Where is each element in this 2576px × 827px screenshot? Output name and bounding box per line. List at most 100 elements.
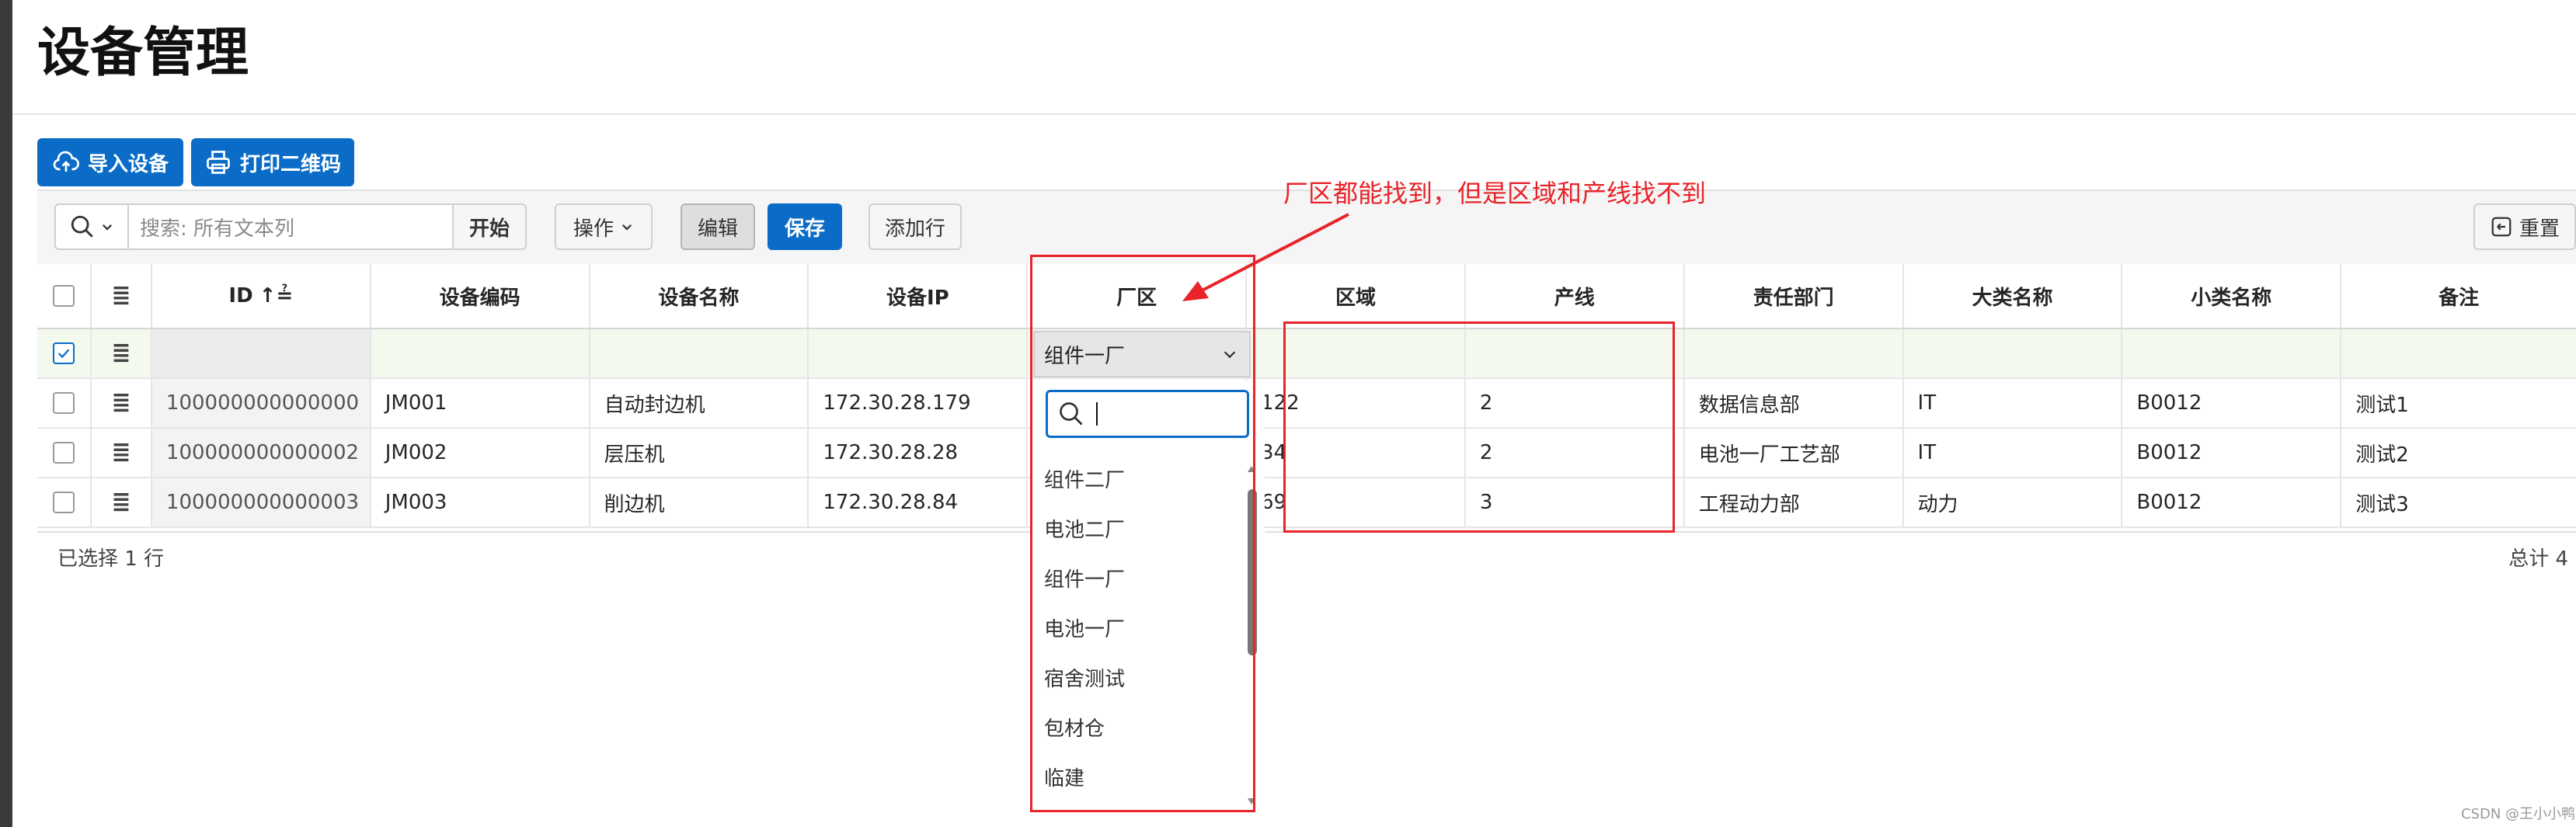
minor-cell[interactable]: B0012 [2122,379,2342,427]
column-header-label: 责任部门 [1753,286,1834,310]
cloud-upload-icon [53,151,79,172]
code-cell[interactable]: JM002 [371,429,590,477]
search-icon [71,215,93,238]
name-cell[interactable]: 自动封边机 [590,379,809,427]
row-menu-header[interactable]: ≣ [92,264,152,328]
save-button[interactable]: 保存 [768,203,842,250]
column-header-ip[interactable]: 设备IP [809,264,1029,328]
search-input[interactable]: 搜索: 所有文本列 [127,203,454,250]
annotation-box-factory [1030,255,1255,812]
row-select-cell[interactable] [37,379,92,427]
column-header-label: 设备名称 [658,286,740,310]
ip-cell[interactable]: 172.30.28.84 [809,478,1029,526]
annotation-note: 厂区都能找到，但是区域和产线找不到 [1283,179,1707,208]
name-cell[interactable] [590,329,809,377]
minor-cell[interactable]: B0012 [2122,429,2342,477]
row-select-cell[interactable] [37,478,92,526]
column-header-line[interactable]: 产线 [1466,264,1685,328]
major-cell[interactable]: IT [1904,429,2123,477]
hamburger-icon: ≣ [111,389,131,416]
left-edge-bar [0,0,12,827]
dept-cell[interactable]: 工程动力部 [1685,478,1904,526]
reset-label: 重置 [2519,217,2560,241]
column-header-label: 备注 [2438,286,2480,310]
column-header-code[interactable]: 设备编码 [371,264,590,328]
column-header-label: 设备编码 [439,286,520,310]
ip-cell[interactable]: 172.30.28.28 [809,429,1029,477]
remark-cell[interactable]: 测试1 [2341,379,2576,427]
go-label: 开始 [468,217,510,241]
row-checkbox[interactable] [52,442,75,464]
row-menu-cell[interactable]: ≣ [92,379,152,427]
row-checkbox[interactable] [52,492,75,513]
dept-cell[interactable] [1685,329,1904,377]
column-header-dept[interactable]: 责任部门 [1685,264,1904,328]
title-divider [12,113,2576,115]
row-menu-cell[interactable]: ≣ [92,478,152,526]
column-header-major[interactable]: 大类名称 [1904,264,2123,328]
column-header-id[interactable]: ID ↑≟ [152,264,371,328]
column-header-remark[interactable]: 备注 [2341,264,2576,328]
import-devices-button[interactable]: 导入设备 [37,138,183,186]
print-qrcode-button[interactable]: 打印二维码 [191,138,354,186]
column-header-label: 大类名称 [1972,286,2053,310]
check-icon [57,349,70,359]
code-cell[interactable]: JM003 [371,478,590,526]
actions-menu-button[interactable]: 操作 [555,203,653,250]
annotation-box-area-line [1283,321,1675,533]
remark-cell[interactable]: 测试3 [2341,478,2576,526]
reset-icon [2491,217,2512,237]
id-cell: 100000000000002 [151,429,371,477]
sort-ascending-icon: ↑≟ [259,284,294,308]
hamburger-icon: ≣ [111,339,131,367]
actions-label: 操作 [573,217,614,241]
go-button[interactable]: 开始 [452,203,527,250]
name-cell[interactable]: 削边机 [590,478,809,526]
select-all-checkbox[interactable] [52,285,75,307]
column-header-label: 小类名称 [2191,286,2272,310]
minor-cell[interactable]: B0012 [2122,478,2342,526]
selected-count: 已选择 1 行 [57,547,165,571]
save-label: 保存 [784,217,825,241]
code-cell[interactable] [371,329,590,377]
edit-button[interactable]: 编辑 [681,203,755,250]
remark-cell[interactable] [2341,329,2576,377]
hamburger-icon: ≣ [111,282,131,309]
reset-button[interactable]: 重置 [2473,203,2576,250]
column-header-minor[interactable]: 小类名称 [2122,264,2342,328]
row-checkbox[interactable] [52,392,75,414]
column-header-label: ID [228,284,253,308]
dept-cell[interactable]: 电池一厂工艺部 [1685,429,1904,477]
row-menu-cell[interactable]: ≣ [92,329,152,377]
select-all-cell[interactable] [37,264,92,328]
id-cell: 100000000000000 [151,379,371,427]
chevron-down-icon [102,224,113,231]
ip-cell[interactable]: 172.30.28.179 [809,379,1029,427]
row-select-cell[interactable] [37,429,92,477]
column-header-name[interactable]: 设备名称 [590,264,809,328]
printer-icon [207,151,230,174]
major-cell[interactable] [1904,329,2123,377]
code-cell[interactable]: JM001 [371,379,590,427]
ip-cell[interactable] [809,329,1029,377]
name-cell[interactable]: 层压机 [590,429,809,477]
dept-cell[interactable]: 数据信息部 [1685,379,1904,427]
row-menu-cell[interactable]: ≣ [92,429,152,477]
major-cell[interactable]: IT [1904,379,2123,427]
edit-label: 编辑 [697,217,738,241]
remark-cell[interactable]: 测试2 [2341,429,2576,477]
minor-cell[interactable] [2122,329,2342,377]
hamburger-icon: ≣ [111,488,131,516]
print-qrcode-label: 打印二维码 [239,152,341,176]
row-checkbox-checked[interactable] [52,342,75,364]
major-cell[interactable]: 动力 [1904,478,2123,526]
search-column-picker[interactable] [54,203,129,250]
row-select-cell[interactable] [37,329,92,377]
add-row-label: 添加行 [884,217,945,241]
add-row-button[interactable]: 添加行 [869,203,962,250]
column-header-label: 设备IP [886,286,949,310]
chevron-down-icon [621,224,632,231]
watermark: CSDN @王小小鸭 [2461,806,2576,822]
hamburger-icon: ≣ [111,439,131,466]
search-placeholder: 搜索: 所有文本列 [140,217,295,241]
